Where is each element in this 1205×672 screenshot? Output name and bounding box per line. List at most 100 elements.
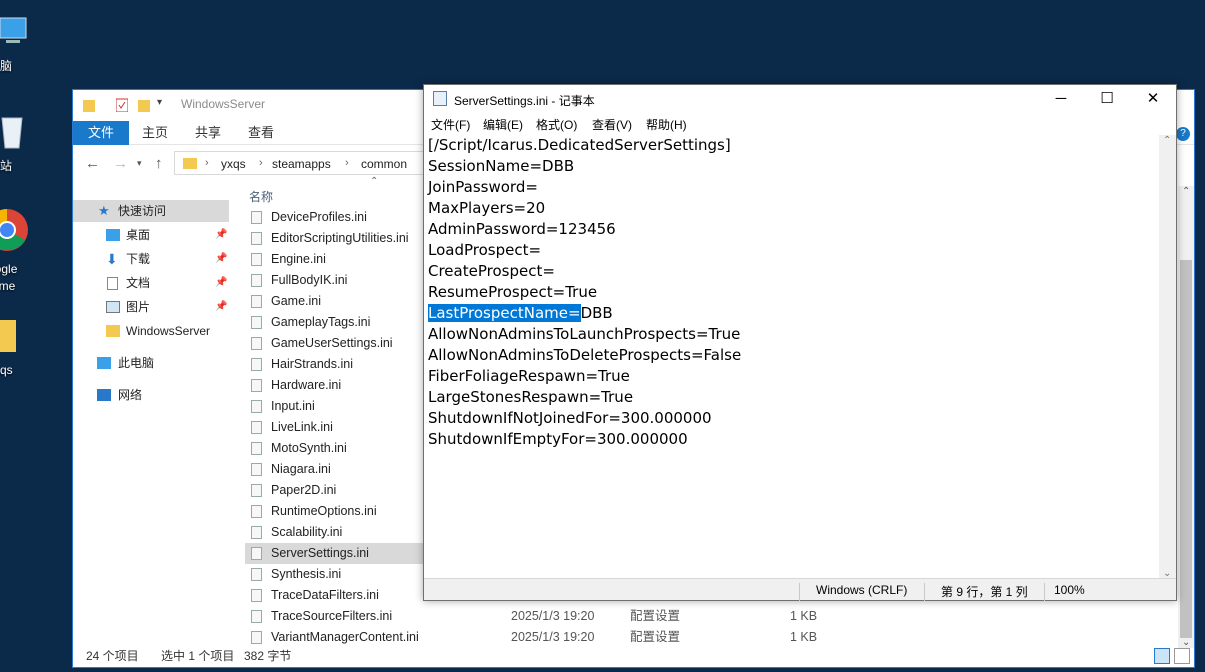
navigation-pane: ★ 快速访问 桌面 📌 ⬇ 下载 📌 文档 📌 图片 📌 WindowsServ… <box>73 197 233 647</box>
ini-file-icon <box>251 295 262 308</box>
scroll-up-icon[interactable]: ⌃ <box>1163 135 1171 146</box>
ini-file-icon <box>251 232 262 245</box>
line-ending: Windows (CRLF) <box>816 583 908 597</box>
file-name: TraceDataFilters.ini <box>271 588 379 602</box>
details-view-icon[interactable] <box>1154 648 1170 664</box>
minimize-button[interactable]: ─ <box>1038 85 1084 114</box>
nav-item-documents[interactable]: 文档 📌 <box>73 272 229 294</box>
ini-file-icon <box>251 568 262 581</box>
file-name: LiveLink.ini <box>271 420 333 434</box>
nav-item-label: 文档 <box>126 276 151 290</box>
cursor-position: 第 9 行，第 1 列 <box>941 585 1028 599</box>
documents-icon <box>107 277 118 290</box>
sort-chevron-icon: ⌃ <box>370 176 379 187</box>
menu-file[interactable]: 文件(F) <box>431 116 470 133</box>
notepad-statusbar: Windows (CRLF) 第 9 行，第 1 列 100% <box>424 578 1176 601</box>
ini-file-icon <box>251 484 262 497</box>
notepad-titlebar: ServerSettings.ini - 记事本 ─ ☐ ✕ <box>424 85 1176 114</box>
ini-file-icon <box>251 442 262 455</box>
star-icon: ★ <box>98 203 110 218</box>
text-line: ShutdownIfEmptyFor=300.000000 <box>428 430 688 448</box>
text-line: JoinPassword= <box>428 178 538 196</box>
text-line-rest: DBB <box>580 304 613 322</box>
tab-share[interactable]: 共享 <box>195 121 221 145</box>
file-name: Paper2D.ini <box>271 483 337 497</box>
large-icons-view-icon[interactable] <box>1174 648 1190 664</box>
breadcrumb-item[interactable]: common <box>361 157 407 171</box>
notepad-text-area[interactable]: LastProspectName=DBB [/Script/Icarus.Ded… <box>424 135 1160 579</box>
text-line: LastProspectName=DBB <box>428 303 613 324</box>
file-name: TraceSourceFilters.ini <box>271 609 393 623</box>
breadcrumb-item[interactable]: steamapps <box>272 157 331 171</box>
nav-item-this-pc[interactable]: 此电脑 <box>73 352 229 374</box>
close-button[interactable]: ✕ <box>1130 85 1176 114</box>
properties-icon[interactable] <box>116 98 128 112</box>
nav-item-windowsserver[interactable]: WindowsServer <box>73 320 229 342</box>
folder-icon <box>183 158 197 169</box>
ini-file-icon <box>251 589 262 602</box>
file-name: Engine.ini <box>271 252 326 266</box>
file-name: GameplayTags.ini <box>271 315 371 329</box>
address-bar[interactable]: › yxqs › steamapps › common <box>174 151 434 175</box>
maximize-button[interactable]: ☐ <box>1084 85 1130 114</box>
text-line: FiberFoliageRespawn=True <box>428 367 630 385</box>
nav-item-pictures[interactable]: 图片 📌 <box>73 296 229 318</box>
desktop-icon-label: yxqs <box>0 363 13 377</box>
download-icon: ⬇ <box>106 251 118 267</box>
zoom-level: 100% <box>1054 583 1085 597</box>
recent-locations-icon[interactable]: ▾ <box>137 158 142 169</box>
ini-file-icon <box>251 337 262 350</box>
breadcrumb-item[interactable]: yxqs <box>221 157 246 171</box>
explorer-scrollbar[interactable]: ⌃ ⌄ <box>1178 186 1194 648</box>
help-icon[interactable]: ? <box>1176 127 1190 141</box>
up-arrow-icon[interactable]: ↑ <box>155 155 163 172</box>
pin-icon: 📌 <box>215 229 228 240</box>
menu-view[interactable]: 查看(V) <box>592 116 632 133</box>
scrollbar-thumb[interactable] <box>1180 260 1192 638</box>
desktop-icon-label: 收站 <box>0 159 13 173</box>
text-line: SessionName=DBB <box>428 157 575 175</box>
file-size: 1 KB <box>790 609 818 623</box>
menu-format[interactable]: 格式(O) <box>536 116 577 133</box>
menu-edit[interactable]: 编辑(E) <box>483 116 523 133</box>
ini-file-icon <box>251 631 262 644</box>
menu-help[interactable]: 帮助(H) <box>646 116 687 133</box>
nav-item-label: 桌面 <box>126 228 151 242</box>
file-name: HairStrands.ini <box>271 357 353 371</box>
nav-item-quick-access[interactable]: ★ 快速访问 <box>73 200 229 222</box>
scroll-up-icon[interactable]: ⌃ <box>1182 186 1190 197</box>
column-header-name[interactable]: 名称 <box>249 188 273 205</box>
ini-file-icon <box>251 610 262 623</box>
file-row[interactable]: ServerSettings.ini <box>245 543 425 564</box>
folder-icon[interactable] <box>83 98 95 112</box>
pin-icon: 📌 <box>215 301 228 312</box>
notepad-scrollbar[interactable]: ⌃ ⌄ <box>1159 135 1176 579</box>
folder-icon <box>106 325 120 337</box>
tab-home[interactable]: 主页 <box>142 121 168 145</box>
new-folder-icon[interactable] <box>138 98 150 112</box>
explorer-statusbar: 24 个项目 选中 1 个项目 382 字节 <box>73 645 1194 667</box>
tab-file[interactable]: 文件 <box>73 121 129 145</box>
notepad-window: ServerSettings.ini - 记事本 ─ ☐ ✕ 文件(F) 编辑(… <box>423 84 1177 601</box>
tab-view[interactable]: 查看 <box>248 121 274 145</box>
file-name: RuntimeOptions.ini <box>271 504 377 518</box>
network-icon <box>97 389 111 401</box>
file-name: FullBodyIK.ini <box>271 273 348 287</box>
ini-file-icon <box>251 421 262 434</box>
back-arrow-icon[interactable]: ← <box>85 155 100 172</box>
forward-arrow-icon[interactable]: → <box>113 155 128 172</box>
notepad-menubar: 文件(F) 编辑(E) 格式(O) 查看(V) 帮助(H) <box>424 114 1176 134</box>
text-line: LargeStonesRespawn=True <box>428 388 634 406</box>
nav-item-downloads[interactable]: ⬇ 下载 📌 <box>73 248 229 270</box>
customize-toolbar-icon[interactable]: ▾ <box>157 97 162 108</box>
file-row[interactable]: TraceSourceFilters.ini 2025/1/3 19:20 配置设置… <box>245 606 965 627</box>
this-pc-icon <box>97 357 111 369</box>
nav-item-network[interactable]: 网络 <box>73 384 229 406</box>
nav-item-desktop[interactable]: 桌面 📌 <box>73 224 229 246</box>
ini-file-icon <box>251 505 262 518</box>
ini-file-icon <box>251 253 262 266</box>
pin-icon: 📌 <box>215 277 228 288</box>
ini-file-icon <box>251 379 262 392</box>
text-line: CreateProspect= <box>428 262 555 280</box>
file-name: ServerSettings.ini <box>271 546 369 560</box>
